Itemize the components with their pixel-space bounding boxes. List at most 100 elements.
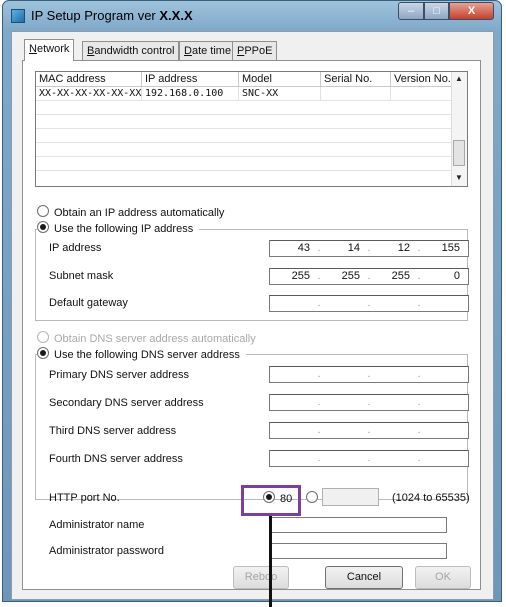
column-header-model[interactable]: Model: [239, 72, 321, 87]
tab-date-time[interactable]: Date time: [179, 41, 237, 60]
dns-separator: .: [317, 424, 321, 436]
dns-separator: .: [317, 452, 321, 464]
ip-octet-4: 155: [441, 242, 460, 254]
obtain-dns-auto-radio[interactable]: Obtain DNS server address automatically: [37, 331, 256, 345]
http-port-custom-radio[interactable]: [306, 491, 323, 505]
admin-name-input[interactable]: [269, 517, 447, 533]
cell-version: [391, 87, 454, 101]
dns-separator: .: [317, 396, 321, 408]
subnet-mask-label: Subnet mask: [49, 270, 114, 282]
tab-pppoe[interactable]: PPPoE: [232, 41, 278, 60]
dns-separator: .: [367, 396, 371, 408]
column-header-serial[interactable]: Serial No.: [321, 72, 391, 87]
subnet-mask-field[interactable]: 255 . 255 . 255 . 0: [269, 268, 469, 285]
title-bar[interactable]: IP Setup Program ver X.X.X – □ X: [3, 1, 501, 31]
dns-separator: .: [417, 396, 421, 408]
maximize-button[interactable]: □: [424, 2, 449, 20]
secondary-dns-field[interactable]: . . .: [269, 394, 469, 411]
admin-name-label: Administrator name: [49, 519, 145, 531]
column-header-mac[interactable]: MAC address: [36, 72, 142, 87]
default-gateway-field[interactable]: . . .: [269, 295, 469, 312]
column-header-ip[interactable]: IP address: [142, 72, 239, 87]
radio-selected-icon: [37, 347, 49, 359]
obtain-ip-auto-radio[interactable]: Obtain an IP address automatically: [37, 205, 224, 219]
window-title: IP Setup Program ver X.X.X: [31, 8, 193, 23]
app-icon: [11, 9, 25, 23]
use-following-dns-radio[interactable]: Use the following DNS server address: [37, 347, 246, 361]
title-version: X.X.X: [159, 8, 193, 23]
column-header-version[interactable]: Version No.: [391, 72, 454, 87]
scroll-down-icon[interactable]: ▼: [452, 171, 466, 185]
device-list[interactable]: MAC address IP address Model Serial No. …: [35, 71, 468, 187]
dns-separator: .: [367, 424, 371, 436]
tab-network-label: etwork: [36, 43, 70, 55]
dns-separator: .: [367, 452, 371, 464]
use-following-dns-label: Use the following DNS server address: [54, 349, 240, 361]
subnet-octet-1: 255: [291, 270, 310, 282]
ip-octet-2: 14: [347, 242, 360, 254]
gateway-separator: .: [317, 297, 321, 309]
admin-password-input[interactable]: [269, 543, 447, 559]
third-dns-label: Third DNS server address: [49, 425, 177, 437]
ip-address-field[interactable]: 43 . 14 . 12 . 155: [269, 240, 469, 257]
table-row-empty[interactable]: [36, 101, 454, 115]
radio-disabled-icon: [37, 331, 49, 343]
use-following-ip-radio[interactable]: Use the following IP address: [37, 221, 200, 235]
ip-octet-1: 43: [297, 242, 310, 254]
cell-model: SNC-XX: [239, 87, 321, 101]
callout-line: [269, 516, 272, 607]
http-port-highlight-box: [241, 485, 301, 516]
table-row[interactable]: XX-XX-XX-XX-XX-XX 192.168.0.100 SNC-XX: [36, 87, 454, 101]
primary-dns-label: Primary DNS server address: [49, 369, 189, 381]
dns-separator: .: [417, 368, 421, 380]
cell-serial: [321, 87, 391, 101]
cell-mac: XX-XX-XX-XX-XX-XX: [36, 87, 142, 101]
dns-separator: .: [367, 368, 371, 380]
tab-date-time-label: ate time: [191, 45, 232, 57]
minimize-button[interactable]: –: [398, 2, 424, 20]
third-dns-field[interactable]: . . .: [269, 422, 469, 439]
obtain-dns-auto-label: Obtain DNS server address automatically: [54, 333, 256, 345]
subnet-octet-3: 255: [391, 270, 410, 282]
dns-separator: .: [417, 424, 421, 436]
tab-network-key: N: [29, 43, 37, 55]
table-row-empty[interactable]: [36, 115, 454, 129]
close-button[interactable]: X: [449, 2, 494, 20]
subnet-octet-2: 255: [341, 270, 360, 282]
tab-network[interactable]: Network: [24, 39, 75, 61]
title-prefix: IP Setup Program ver: [31, 8, 156, 23]
ok-button[interactable]: OK: [415, 566, 471, 589]
cancel-button[interactable]: Cancel: [325, 566, 403, 589]
reboot-button[interactable]: Reboo: [233, 566, 289, 589]
tab-bandwidth-label: andwidth control: [94, 45, 175, 57]
default-gateway-label: Default gateway: [49, 297, 128, 309]
http-port-range-hint: (1024 to 65535): [392, 492, 470, 504]
dns-separator: .: [317, 368, 321, 380]
admin-password-label: Administrator password: [49, 545, 164, 557]
http-port-custom-input[interactable]: [322, 488, 379, 506]
scroll-up-icon[interactable]: ▲: [452, 72, 466, 86]
table-row-empty[interactable]: [36, 157, 454, 171]
table-row-empty[interactable]: [36, 129, 454, 143]
device-list-scrollbar[interactable]: ▲ ▼: [451, 72, 467, 186]
primary-dns-field[interactable]: . . .: [269, 366, 469, 383]
dns-separator: .: [417, 452, 421, 464]
http-port-label: HTTP port No.: [49, 492, 120, 504]
cell-ip: 192.168.0.100: [142, 87, 239, 101]
scroll-thumb[interactable]: [453, 140, 465, 166]
table-row-empty[interactable]: [36, 143, 454, 157]
fourth-dns-field[interactable]: . . .: [269, 450, 469, 467]
tab-pppoe-label: PPoE: [244, 45, 273, 57]
use-following-ip-label: Use the following IP address: [54, 223, 194, 235]
obtain-ip-auto-label: Obtain an IP address automatically: [54, 207, 225, 219]
gateway-separator: .: [367, 297, 371, 309]
fourth-dns-label: Fourth DNS server address: [49, 453, 183, 465]
ip-address-label: IP address: [49, 242, 102, 254]
radio-selected-icon: [37, 221, 49, 233]
radio-icon: [306, 491, 318, 503]
tab-date-time-key: D: [184, 45, 192, 57]
ip-octet-3: 12: [397, 242, 410, 254]
table-row-empty[interactable]: [36, 171, 454, 185]
subnet-octet-4: 0: [453, 270, 460, 282]
tab-bandwidth-control[interactable]: Bandwidth control: [82, 41, 180, 60]
